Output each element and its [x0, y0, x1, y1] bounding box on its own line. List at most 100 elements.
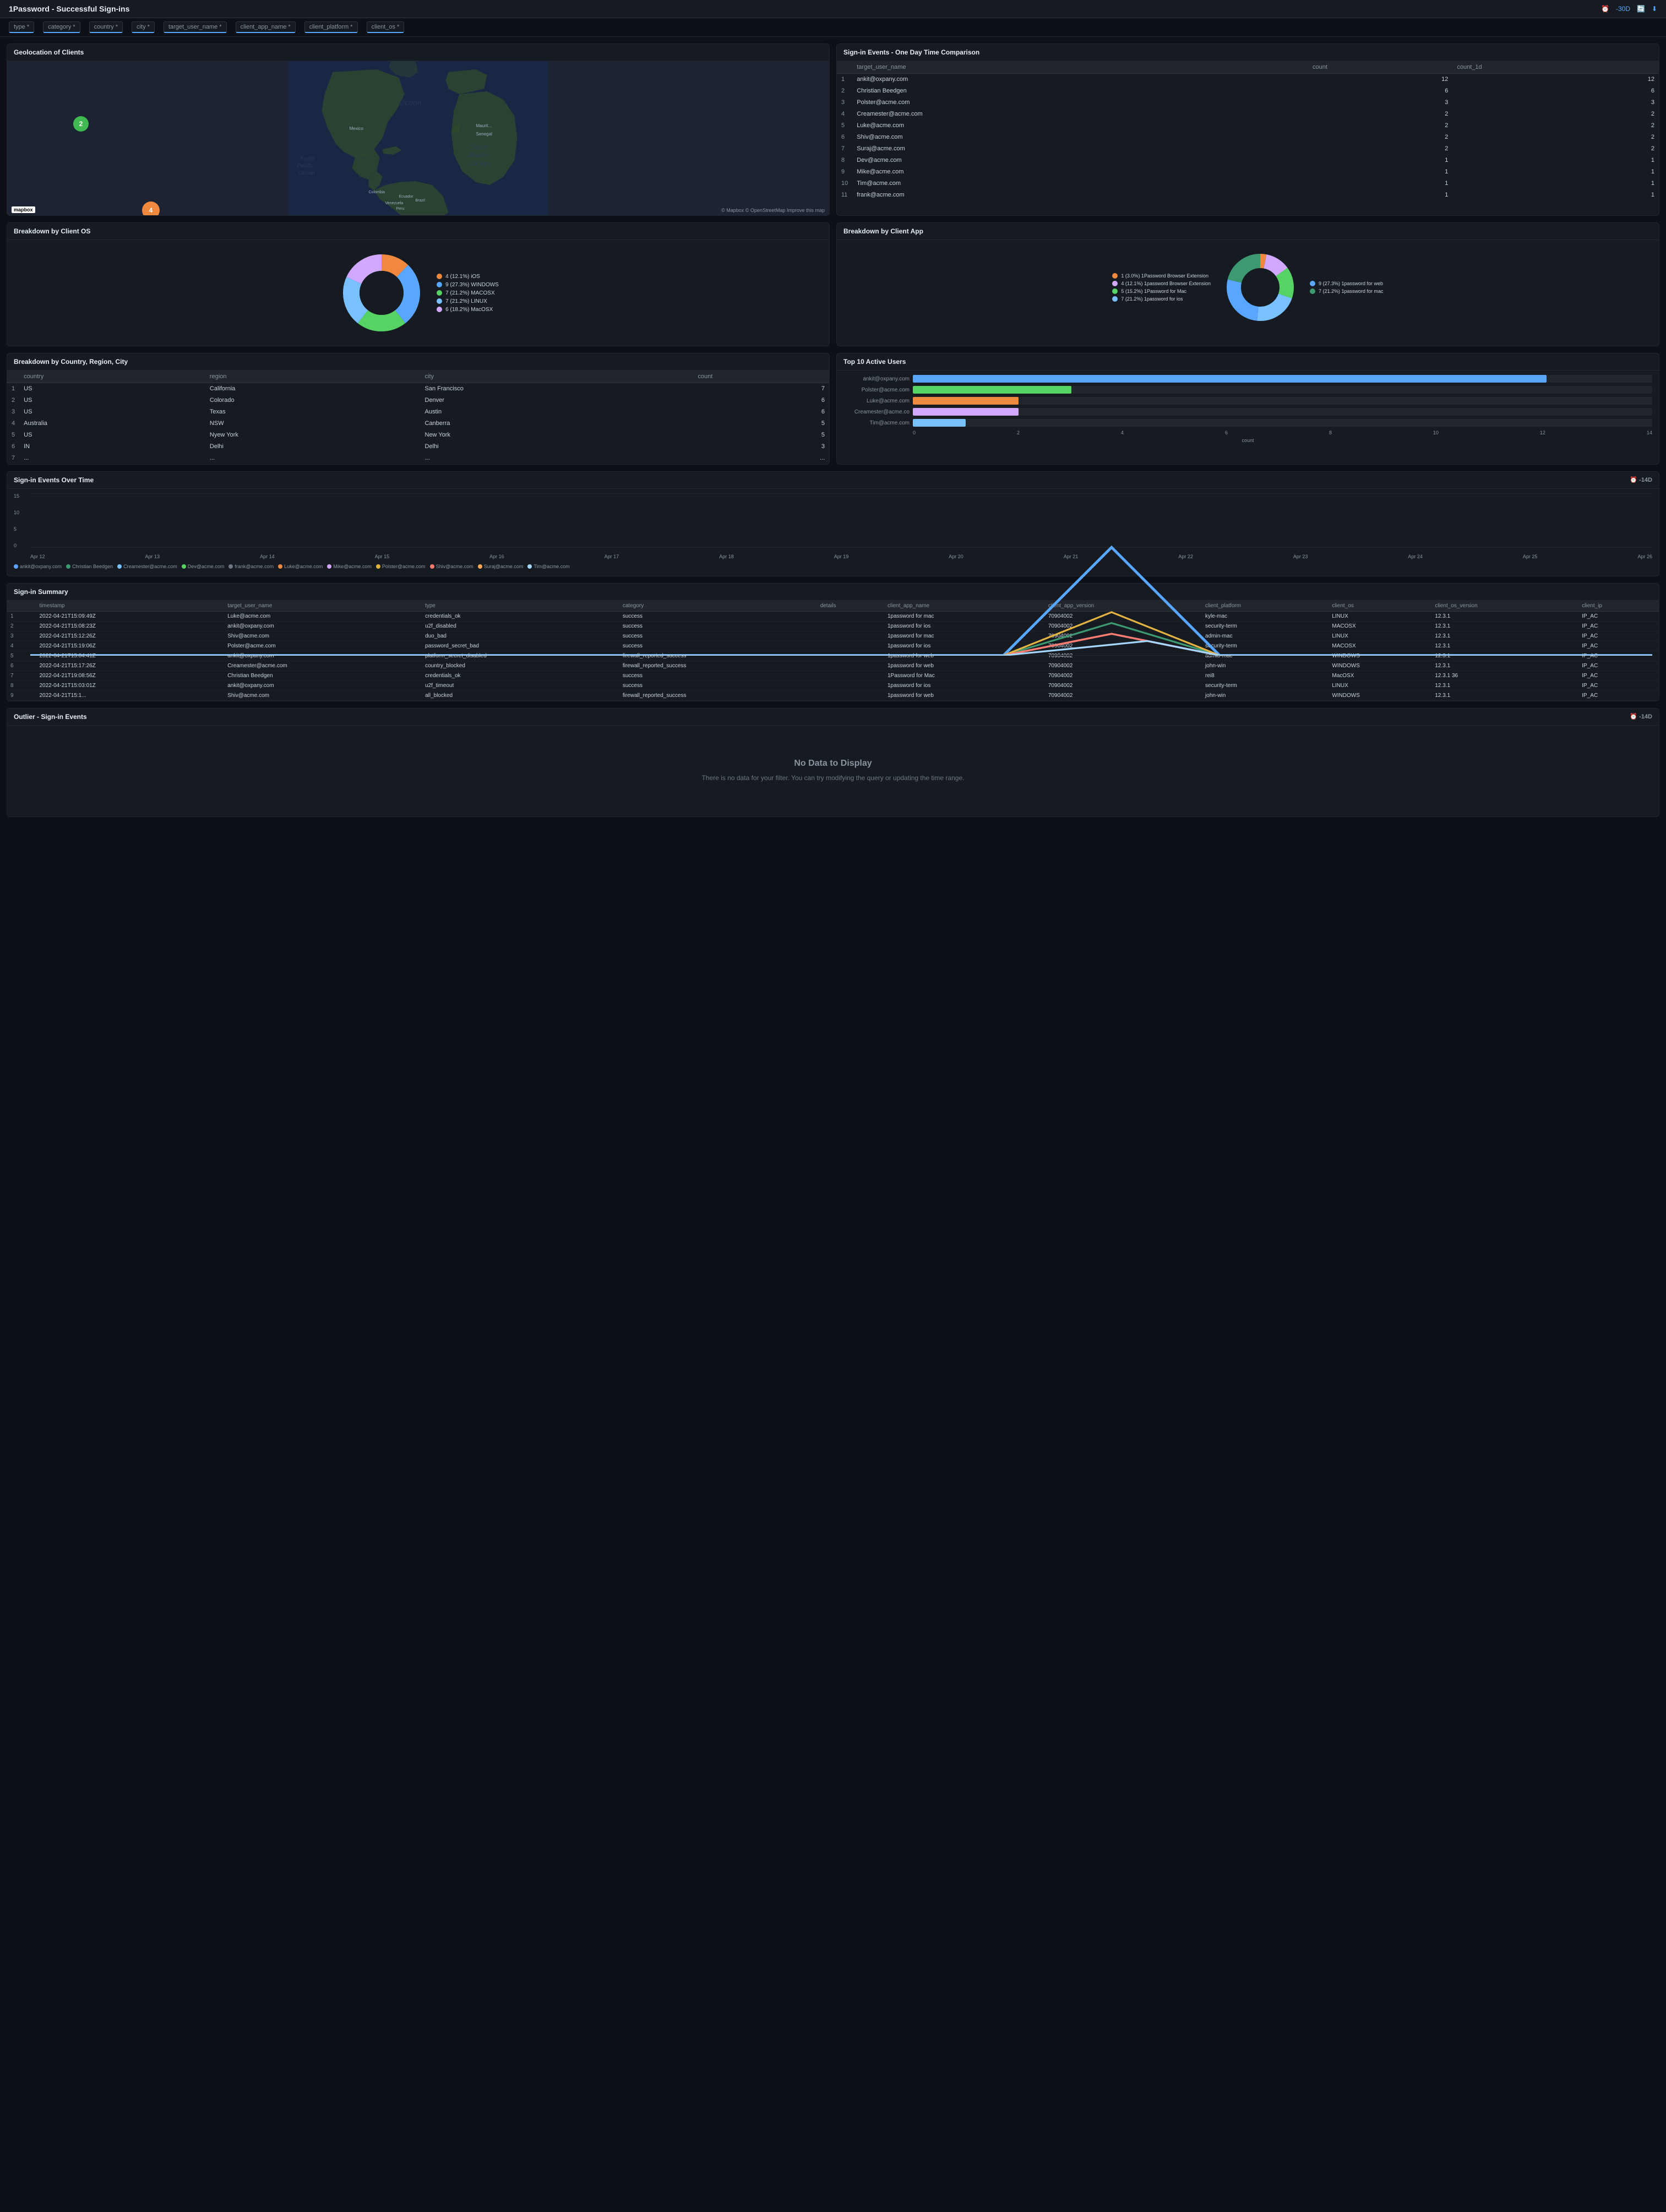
table-row[interactable]: 7 2022-04-21T19:08:56Z Christian Beedgen…	[7, 671, 1659, 681]
table-row[interactable]: 7 ... ... ... ...	[7, 453, 829, 464]
signin-events-body: target_user_name count count_1d 1 ankit@…	[837, 61, 1659, 201]
bar-row: Luke@acme.com	[843, 397, 1652, 405]
signin-events-table: target_user_name count count_1d 1 ankit@…	[837, 61, 1659, 201]
table-row[interactable]: 2 US Colorado Denver 6	[7, 395, 829, 406]
ts-svg	[30, 493, 1652, 656]
legend-app-mac2: 7 (21.2%) 1password for mac	[1310, 288, 1384, 294]
client-app-body: 1 (3.0%) 1Password Browser Extension 4 (…	[837, 240, 1659, 335]
table-row[interactable]: 5 US Nyew York New York 5	[7, 429, 829, 441]
outlier-time-range: ⏰ -14D	[1630, 713, 1652, 721]
svg-text:Pacific: Pacific	[297, 163, 313, 169]
bar-axis: 0 2 4 6 8 10 12 14	[843, 430, 1652, 435]
client-os-legend: 4 (12.1%) iOS 9 (27.3%) WINDOWS 7 (21.2%…	[437, 274, 499, 313]
row-country-users: Breakdown by Country, Region, City count…	[7, 353, 1659, 465]
svg-text:Colombia: Colombia	[369, 190, 385, 194]
legend-item-linux: 7 (21.2%) LINUX	[437, 298, 499, 304]
client-os-body: 4 (12.1%) iOS 9 (27.3%) WINDOWS 7 (21.2%…	[7, 240, 829, 346]
table-row[interactable]: 6 Shiv@acme.com 2 2	[837, 132, 1659, 143]
ts-chart: 15 10 5 0	[14, 493, 1652, 559]
filter-client-platform[interactable]: client_platform *	[304, 21, 358, 33]
map-marker-4[interactable]: 4	[142, 201, 160, 215]
no-data-sub: There is no data for your filter. You ca…	[702, 773, 965, 783]
filter-country[interactable]: country *	[89, 21, 123, 33]
legend-item-macosx: 7 (21.2%) MACOSX	[437, 290, 499, 296]
top-users-chart: ankit@oxpany.com Polster@acme.com Luke@a…	[837, 371, 1659, 454]
col-country: country	[19, 371, 205, 383]
col-count: count	[1308, 61, 1452, 74]
outlier-header: Outlier - Sign-in Events ⏰ -14D	[7, 709, 1659, 726]
filter-type[interactable]: type *	[9, 21, 34, 33]
table-row[interactable]: 6 IN Delhi Delhi 3	[7, 441, 829, 453]
legend-app-browser-ext: 1 (3.0%) 1Password Browser Extension	[1112, 273, 1211, 279]
ts-header: Sign-in Events Over Time ⏰ -14D	[7, 472, 1659, 489]
table-row[interactable]: 6 2022-04-21T15:17:26Z Creamester@acme.c…	[7, 661, 1659, 671]
svg-text:Venezuela: Venezuela	[385, 201, 404, 205]
mapbox-logo: mapbox	[12, 206, 35, 213]
svg-text:Ocean: Ocean	[299, 170, 315, 176]
table-row[interactable]: 8 2022-04-21T15:03:01Z ankit@oxpany.com …	[7, 681, 1659, 691]
main-content: Geolocation of Clients	[0, 37, 1666, 824]
table-row[interactable]: 8 Dev@acme.com 1 1	[837, 155, 1659, 166]
ts-body: 15 10 5 0	[7, 489, 1659, 576]
table-row[interactable]: 4 Australia NSW Canberra 5	[7, 418, 829, 429]
svg-text:Peru: Peru	[396, 207, 405, 211]
country-table: country region city count 1 US Californi…	[7, 371, 829, 464]
table-row[interactable]: 3 US Texas Austin 6	[7, 406, 829, 418]
svg-text:Maurit...: Maurit...	[476, 123, 492, 128]
table-row[interactable]: 1 ankit@oxpany.com 12 12	[837, 74, 1659, 85]
bar-row: Polster@acme.com	[843, 386, 1652, 394]
map-container: South Atlantic Ocean South Pacific Ocean…	[7, 61, 829, 215]
filter-client-os[interactable]: client_os *	[367, 21, 405, 33]
page-title: 1Password - Successful Sign-ins	[9, 4, 129, 13]
time-series-panel: Sign-in Events Over Time ⏰ -14D 15 10 5 …	[7, 471, 1659, 576]
col-count: count	[693, 371, 829, 383]
map-marker-2[interactable]: 2	[73, 116, 89, 132]
svg-text:Atlantic: Atlantic	[467, 151, 489, 159]
geo-panel: Geolocation of Clients	[7, 43, 830, 216]
client-os-panel: Breakdown by Client OS	[7, 222, 830, 346]
table-row[interactable]: 11 frank@acme.com 1 1	[837, 189, 1659, 201]
filter-city[interactable]: city *	[132, 21, 155, 33]
top-users-header: Top 10 Active Users	[837, 353, 1659, 371]
refresh-icon[interactable]: 🔄	[1637, 5, 1645, 13]
ts-y-labels: 15 10 5 0	[14, 493, 19, 548]
legend-item-macosx2: 6 (18.2%) MacOSX	[437, 307, 499, 313]
country-table-wrap: country region city count 1 US Californi…	[7, 371, 829, 464]
clock-icon: ⏰	[1601, 5, 1609, 13]
legend-app-mac: 5 (15.2%) 1Password for Mac	[1112, 288, 1211, 294]
table-row[interactable]: 3 Polster@acme.com 3 3	[837, 97, 1659, 108]
row-geo-events: Geolocation of Clients	[7, 43, 1659, 216]
table-row[interactable]: 1 US California San Francisco 7	[7, 383, 829, 395]
signin-events-panel: Sign-in Events - One Day Time Comparison…	[836, 43, 1659, 216]
legend-item-windows: 9 (27.3%) WINDOWS	[437, 282, 499, 288]
table-row[interactable]: 9 Mike@acme.com 1 1	[837, 166, 1659, 178]
filter-icon[interactable]: ⬇	[1652, 5, 1657, 13]
filter-client-app[interactable]: client_app_name *	[236, 21, 296, 33]
filter-bar: type * category * country * city * targe…	[0, 18, 1666, 37]
filter-target-user[interactable]: target_user_name *	[164, 21, 227, 33]
header-controls: ⏰ -30D 🔄 ⬇	[1601, 5, 1657, 13]
col-num	[837, 61, 852, 74]
col-num	[7, 371, 19, 383]
bar-axis-label: count	[843, 438, 1652, 443]
table-row[interactable]: 7 Suraj@acme.com 2 2	[837, 143, 1659, 155]
table-row[interactable]: 4 Creamester@acme.com 2 2	[837, 108, 1659, 120]
client-app-panel: Breakdown by Client App 1 (3.0%) 1Passwo…	[836, 222, 1659, 346]
signin-events-header: Sign-in Events - One Day Time Comparison	[837, 44, 1659, 61]
time-range-label[interactable]: -30D	[1616, 5, 1630, 13]
table-row[interactable]: 9 2022-04-21T15:1... Shiv@acme.com all_b…	[7, 691, 1659, 701]
legend-app-web: 9 (27.3%) 1password for web	[1310, 281, 1384, 286]
legend-app-ios: 7 (21.2%) 1password for ios	[1112, 296, 1211, 302]
table-row[interactable]: 2 Christian Beedgen 6 6	[837, 85, 1659, 97]
svg-text:Brazil: Brazil	[416, 199, 426, 203]
top-users-panel: Top 10 Active Users ankit@oxpany.com Pol…	[836, 353, 1659, 465]
no-data-section: No Data to Display There is no data for …	[7, 726, 1659, 816]
table-row[interactable]: 10 Tim@acme.com 1 1	[837, 178, 1659, 189]
legend-dot-ios	[437, 274, 442, 279]
table-row[interactable]: 5 Luke@acme.com 2 2	[837, 120, 1659, 132]
col-city: city	[421, 371, 694, 383]
filter-category[interactable]: category *	[43, 21, 80, 33]
client-os-header: Breakdown by Client OS	[7, 223, 829, 240]
legend-app-browser-ext2: 4 (12.1%) 1password Browser Extension	[1112, 281, 1211, 286]
col-region: region	[205, 371, 421, 383]
